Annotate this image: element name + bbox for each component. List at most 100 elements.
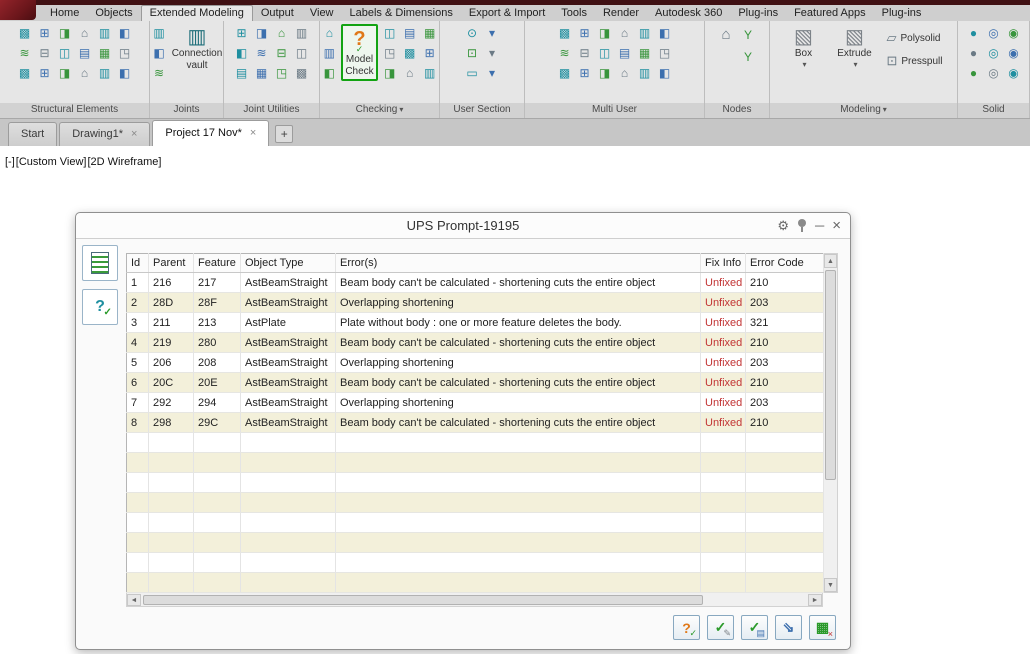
ribbon-tool-icon[interactable]: ◨	[381, 64, 399, 82]
ribbon-tool-icon[interactable]: ◳	[273, 64, 291, 82]
viewport-visual-style[interactable]: [2D Wireframe]	[88, 156, 162, 168]
ribbon-tool-icon[interactable]: ◨	[56, 64, 74, 82]
col-errors[interactable]: Error(s)	[335, 253, 701, 273]
box-button[interactable]: ▧ Box ▾	[781, 24, 825, 71]
ribbon-tool-icon[interactable]: ⊞	[576, 24, 594, 42]
ribbon-tool-icon[interactable]: ◧	[233, 44, 251, 62]
extrude-button[interactable]: ▧ Extrude ▾	[828, 24, 880, 71]
ribbon-tool-icon[interactable]: ◳	[656, 44, 674, 62]
ribbon-tool-icon[interactable]: ◫	[596, 44, 614, 62]
panel-label-multi-user[interactable]: Multi User	[525, 103, 704, 118]
ribbon-tool-icon[interactable]: ▥	[293, 24, 311, 42]
ribbon-tool-icon[interactable]: ▩	[556, 24, 574, 42]
ribbon-tool-icon[interactable]: ▾	[483, 44, 501, 62]
doc-tab-project-close-icon[interactable]: ×	[250, 127, 256, 139]
pin-icon[interactable]	[797, 218, 807, 233]
ribbon-tool-icon[interactable]: ▥	[636, 64, 654, 82]
ribbon-tool-icon[interactable]: ◧	[656, 24, 674, 42]
ribbon-tool-icon[interactable]: ▦	[421, 24, 439, 42]
ribbon-tool-icon[interactable]: ▥	[96, 64, 114, 82]
ribbon-tool-icon[interactable]: ⊞	[576, 64, 594, 82]
error-row[interactable]: 6 20C 20E AstBeamStraight Beam body can't be…	[126, 372, 824, 393]
ribbon-tool-icon[interactable]: ▦	[636, 44, 654, 62]
ribbon-tab-plugins-2[interactable]: Plug-ins	[874, 6, 930, 21]
ribbon-tool-icon[interactable]: ◉	[1005, 44, 1023, 62]
ribbon-tool-icon[interactable]: ⊟	[273, 44, 291, 62]
ribbon-tool-icon[interactable]: ⌂	[320, 24, 338, 42]
ribbon-tool-icon[interactable]: ▦	[253, 64, 271, 82]
ribbon-tool-icon[interactable]: ▤	[76, 44, 94, 62]
close-icon[interactable]: ×	[832, 218, 841, 233]
ribbon-tool-icon[interactable]: ▦	[96, 44, 114, 62]
ribbon-tab-export-import[interactable]: Export & Import	[461, 6, 553, 21]
ribbon-tool-icon[interactable]: ◨	[56, 24, 74, 42]
col-fix-info[interactable]: Fix Info	[700, 253, 746, 273]
ribbon-tab-plugins[interactable]: Plug-ins	[730, 6, 786, 21]
ribbon-tool-icon[interactable]: ⊟	[576, 44, 594, 62]
panel-label-joints[interactable]: Joints	[150, 103, 223, 118]
ribbon-tab-home[interactable]: Home	[42, 6, 87, 21]
panel-label-joint-utilities[interactable]: Joint Utilities	[224, 103, 319, 118]
scroll-left-icon[interactable]: ◄	[127, 593, 141, 606]
presspull-button[interactable]: ⊡ Presspull	[883, 51, 945, 71]
ribbon-tool-icon[interactable]: ▥	[636, 24, 654, 42]
ribbon-tab-view[interactable]: View	[302, 6, 342, 21]
vertical-scroll-thumb[interactable]	[825, 270, 836, 480]
error-row[interactable]: 2 28D 28F AstBeamStraight Overlapping shorte…	[126, 292, 824, 313]
doc-tab-drawing1-close-icon[interactable]: ×	[131, 128, 137, 140]
ribbon-tool-icon[interactable]: ▤	[401, 24, 419, 42]
ribbon-tool-icon[interactable]: ▩	[16, 64, 34, 82]
zoom-to-error-button[interactable]: ⇘	[775, 615, 802, 640]
ribbon-tool-icon[interactable]: ◧	[116, 24, 134, 42]
polysolid-button[interactable]: ▱ Polysolid	[883, 28, 945, 48]
ribbon-tool-icon[interactable]: ▤	[233, 64, 251, 82]
error-row[interactable]: 8 298 29C AstBeamStraight Beam body can't be…	[126, 412, 824, 433]
node-y-icon[interactable]: Y	[739, 26, 757, 44]
recheck-model-button[interactable]: ? ✓	[673, 615, 700, 640]
ribbon-tab-render[interactable]: Render	[595, 6, 647, 21]
ribbon-tab-objects[interactable]: Objects	[87, 6, 140, 21]
error-row[interactable]: 7 292 294 AstBeamStraight Overlapping shorte…	[126, 392, 824, 413]
node-house-icon[interactable]: ⌂	[717, 26, 735, 44]
horizontal-scroll-thumb[interactable]	[143, 594, 703, 605]
ribbon-tool-icon[interactable]: ▥	[421, 64, 439, 82]
scroll-right-icon[interactable]: ►	[808, 593, 822, 606]
ribbon-tool-icon[interactable]: ▤	[616, 44, 634, 62]
ribbon-tool-icon[interactable]: ●	[965, 44, 983, 62]
ribbon-tab-autodesk-360[interactable]: Autodesk 360	[647, 6, 730, 21]
doc-tab-drawing1[interactable]: Drawing1* ×	[59, 122, 151, 146]
ribbon-tool-icon[interactable]: ▩	[401, 44, 419, 62]
vertical-scrollbar[interactable]: ▲ ▼	[824, 253, 838, 593]
fix-all-button[interactable]: ✓ ▤	[741, 615, 768, 640]
ribbon-tool-icon[interactable]: ◎	[985, 24, 1003, 42]
ribbon-tab-output[interactable]: Output	[253, 6, 302, 21]
ribbon-tool-icon[interactable]: ≋	[150, 64, 168, 82]
ribbon-tool-icon[interactable]: ◎	[985, 64, 1003, 82]
ribbon-tool-icon[interactable]: ◫	[381, 24, 399, 42]
ribbon-tool-icon[interactable]: ▩	[16, 24, 34, 42]
ribbon-tool-icon[interactable]: ⌂	[616, 24, 634, 42]
ribbon-tool-icon[interactable]: ◳	[116, 44, 134, 62]
ribbon-tool-icon[interactable]: ◨	[596, 64, 614, 82]
ribbon-tool-icon[interactable]: ⌂	[616, 64, 634, 82]
ribbon-tool-icon[interactable]: ⊙	[463, 24, 481, 42]
ribbon-tool-icon[interactable]: ▾	[483, 64, 501, 82]
app-logo[interactable]	[0, 0, 36, 20]
scroll-down-icon[interactable]: ▼	[824, 578, 837, 592]
fix-selected-button[interactable]: ✓ ✎	[707, 615, 734, 640]
report-view-button[interactable]	[82, 245, 118, 281]
ribbon-tool-icon[interactable]: ●	[965, 64, 983, 82]
col-error-code[interactable]: Error Code	[745, 253, 824, 273]
doc-tab-start[interactable]: Start	[8, 122, 58, 146]
ribbon-tab-extended-modeling[interactable]: Extended Modeling	[140, 5, 253, 21]
ribbon-tool-icon[interactable]: ◨	[253, 24, 271, 42]
ribbon-tool-icon[interactable]: ◧	[150, 44, 168, 62]
scroll-up-icon[interactable]: ▲	[824, 254, 837, 268]
panel-label-user-section[interactable]: User Section	[440, 103, 524, 118]
panel-label-checking[interactable]: Checking ▾	[320, 103, 439, 118]
ribbon-tool-icon[interactable]: ▥	[320, 44, 338, 62]
ribbon-tool-icon[interactable]: ⊞	[233, 24, 251, 42]
panel-label-structural-elements[interactable]: Structural Elements	[0, 103, 149, 118]
ribbon-tool-icon[interactable]: ≋	[556, 44, 574, 62]
ribbon-tool-icon[interactable]: ●	[965, 24, 983, 42]
